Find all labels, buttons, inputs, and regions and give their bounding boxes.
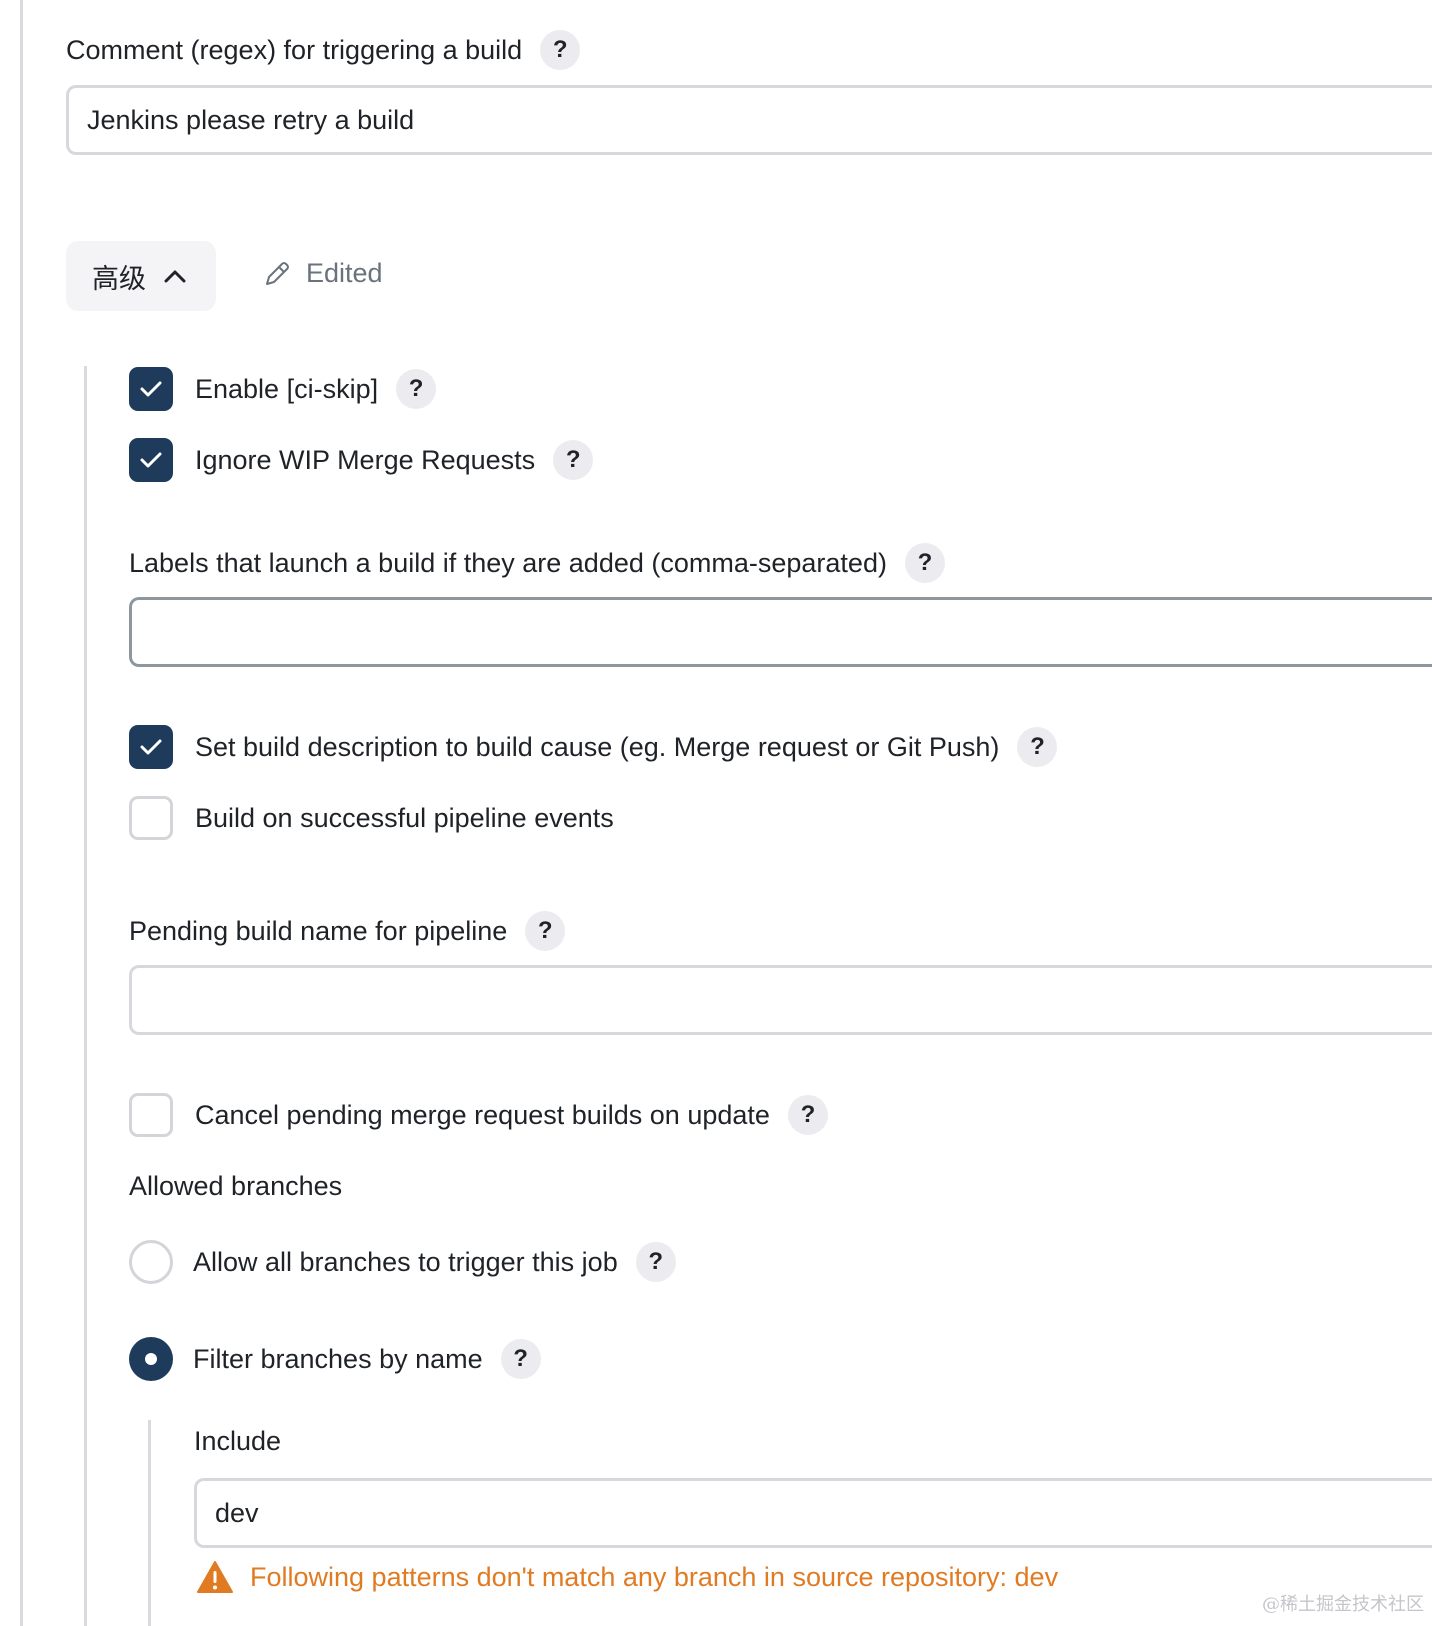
set-build-desc-option: Set build description to build cause (eg… <box>129 725 1058 769</box>
ci-skip-help-icon[interactable]: ? <box>396 369 437 409</box>
allowed-branches-heading: Allowed branches <box>129 1171 343 1201</box>
warning-icon <box>197 1561 233 1593</box>
advanced-toggle-button[interactable]: 高级 <box>66 241 216 311</box>
cancel-pending-checkbox[interactable] <box>129 1093 173 1137</box>
ci-skip-option: Enable [ci-skip] ? <box>129 367 437 411</box>
check-icon <box>140 452 162 468</box>
ci-skip-checkbox[interactable] <box>129 367 173 411</box>
ignore-wip-checkbox[interactable] <box>129 438 173 482</box>
branch-mismatch-warning: Following patterns don't match any branc… <box>196 1560 1058 1594</box>
labels-launch-input[interactable] <box>129 597 1432 667</box>
include-input[interactable]: dev <box>194 1478 1432 1548</box>
include-label: Include <box>194 1426 282 1456</box>
labels-launch-help-icon[interactable]: ? <box>904 543 945 583</box>
allow-all-branches-help-icon[interactable]: ? <box>635 1242 676 1282</box>
cancel-pending-help-icon[interactable]: ? <box>787 1095 828 1135</box>
chevron-up-icon <box>164 270 186 283</box>
pending-build-name-input[interactable] <box>129 965 1432 1035</box>
watermark: @稀土掘金技术社区 <box>1262 1594 1424 1615</box>
build-on-pipeline-option: Build on successful pipeline events <box>129 796 614 840</box>
comment-regex-input[interactable]: Jenkins please retry a build <box>66 85 1432 155</box>
check-icon <box>140 739 162 755</box>
allow-all-branches-option: Allow all branches to trigger this job ? <box>129 1240 676 1284</box>
section-rail <box>20 0 23 1626</box>
pencil-icon <box>266 261 289 285</box>
pending-build-name-label: Pending build name for pipeline ? <box>129 911 566 951</box>
filter-section-rail <box>148 1420 151 1626</box>
filter-branches-help-icon[interactable]: ? <box>500 1339 541 1379</box>
ignore-wip-help-icon[interactable]: ? <box>553 440 594 480</box>
set-build-desc-help-icon[interactable]: ? <box>1017 727 1058 767</box>
labels-launch-label: Labels that launch a build if they are a… <box>129 543 945 583</box>
pending-build-name-help-icon[interactable]: ? <box>525 911 566 951</box>
set-build-desc-checkbox[interactable] <box>129 725 173 769</box>
comment-regex-help-icon[interactable]: ? <box>540 30 581 70</box>
advanced-section-rail <box>84 366 87 1626</box>
allow-all-branches-radio[interactable] <box>129 1240 173 1284</box>
page: Comment (regex) for triggering a build ?… <box>0 0 1432 1626</box>
filter-branches-option: Filter branches by name ? <box>129 1337 541 1381</box>
filter-branches-radio[interactable] <box>129 1337 173 1381</box>
cancel-pending-option: Cancel pending merge request builds on u… <box>129 1093 828 1137</box>
check-icon <box>140 381 162 397</box>
edited-indicator: Edited <box>262 258 383 289</box>
comment-regex-label: Comment (regex) for triggering a build ? <box>66 30 581 70</box>
ignore-wip-option: Ignore WIP Merge Requests ? <box>129 438 594 482</box>
build-on-pipeline-checkbox[interactable] <box>129 796 173 840</box>
